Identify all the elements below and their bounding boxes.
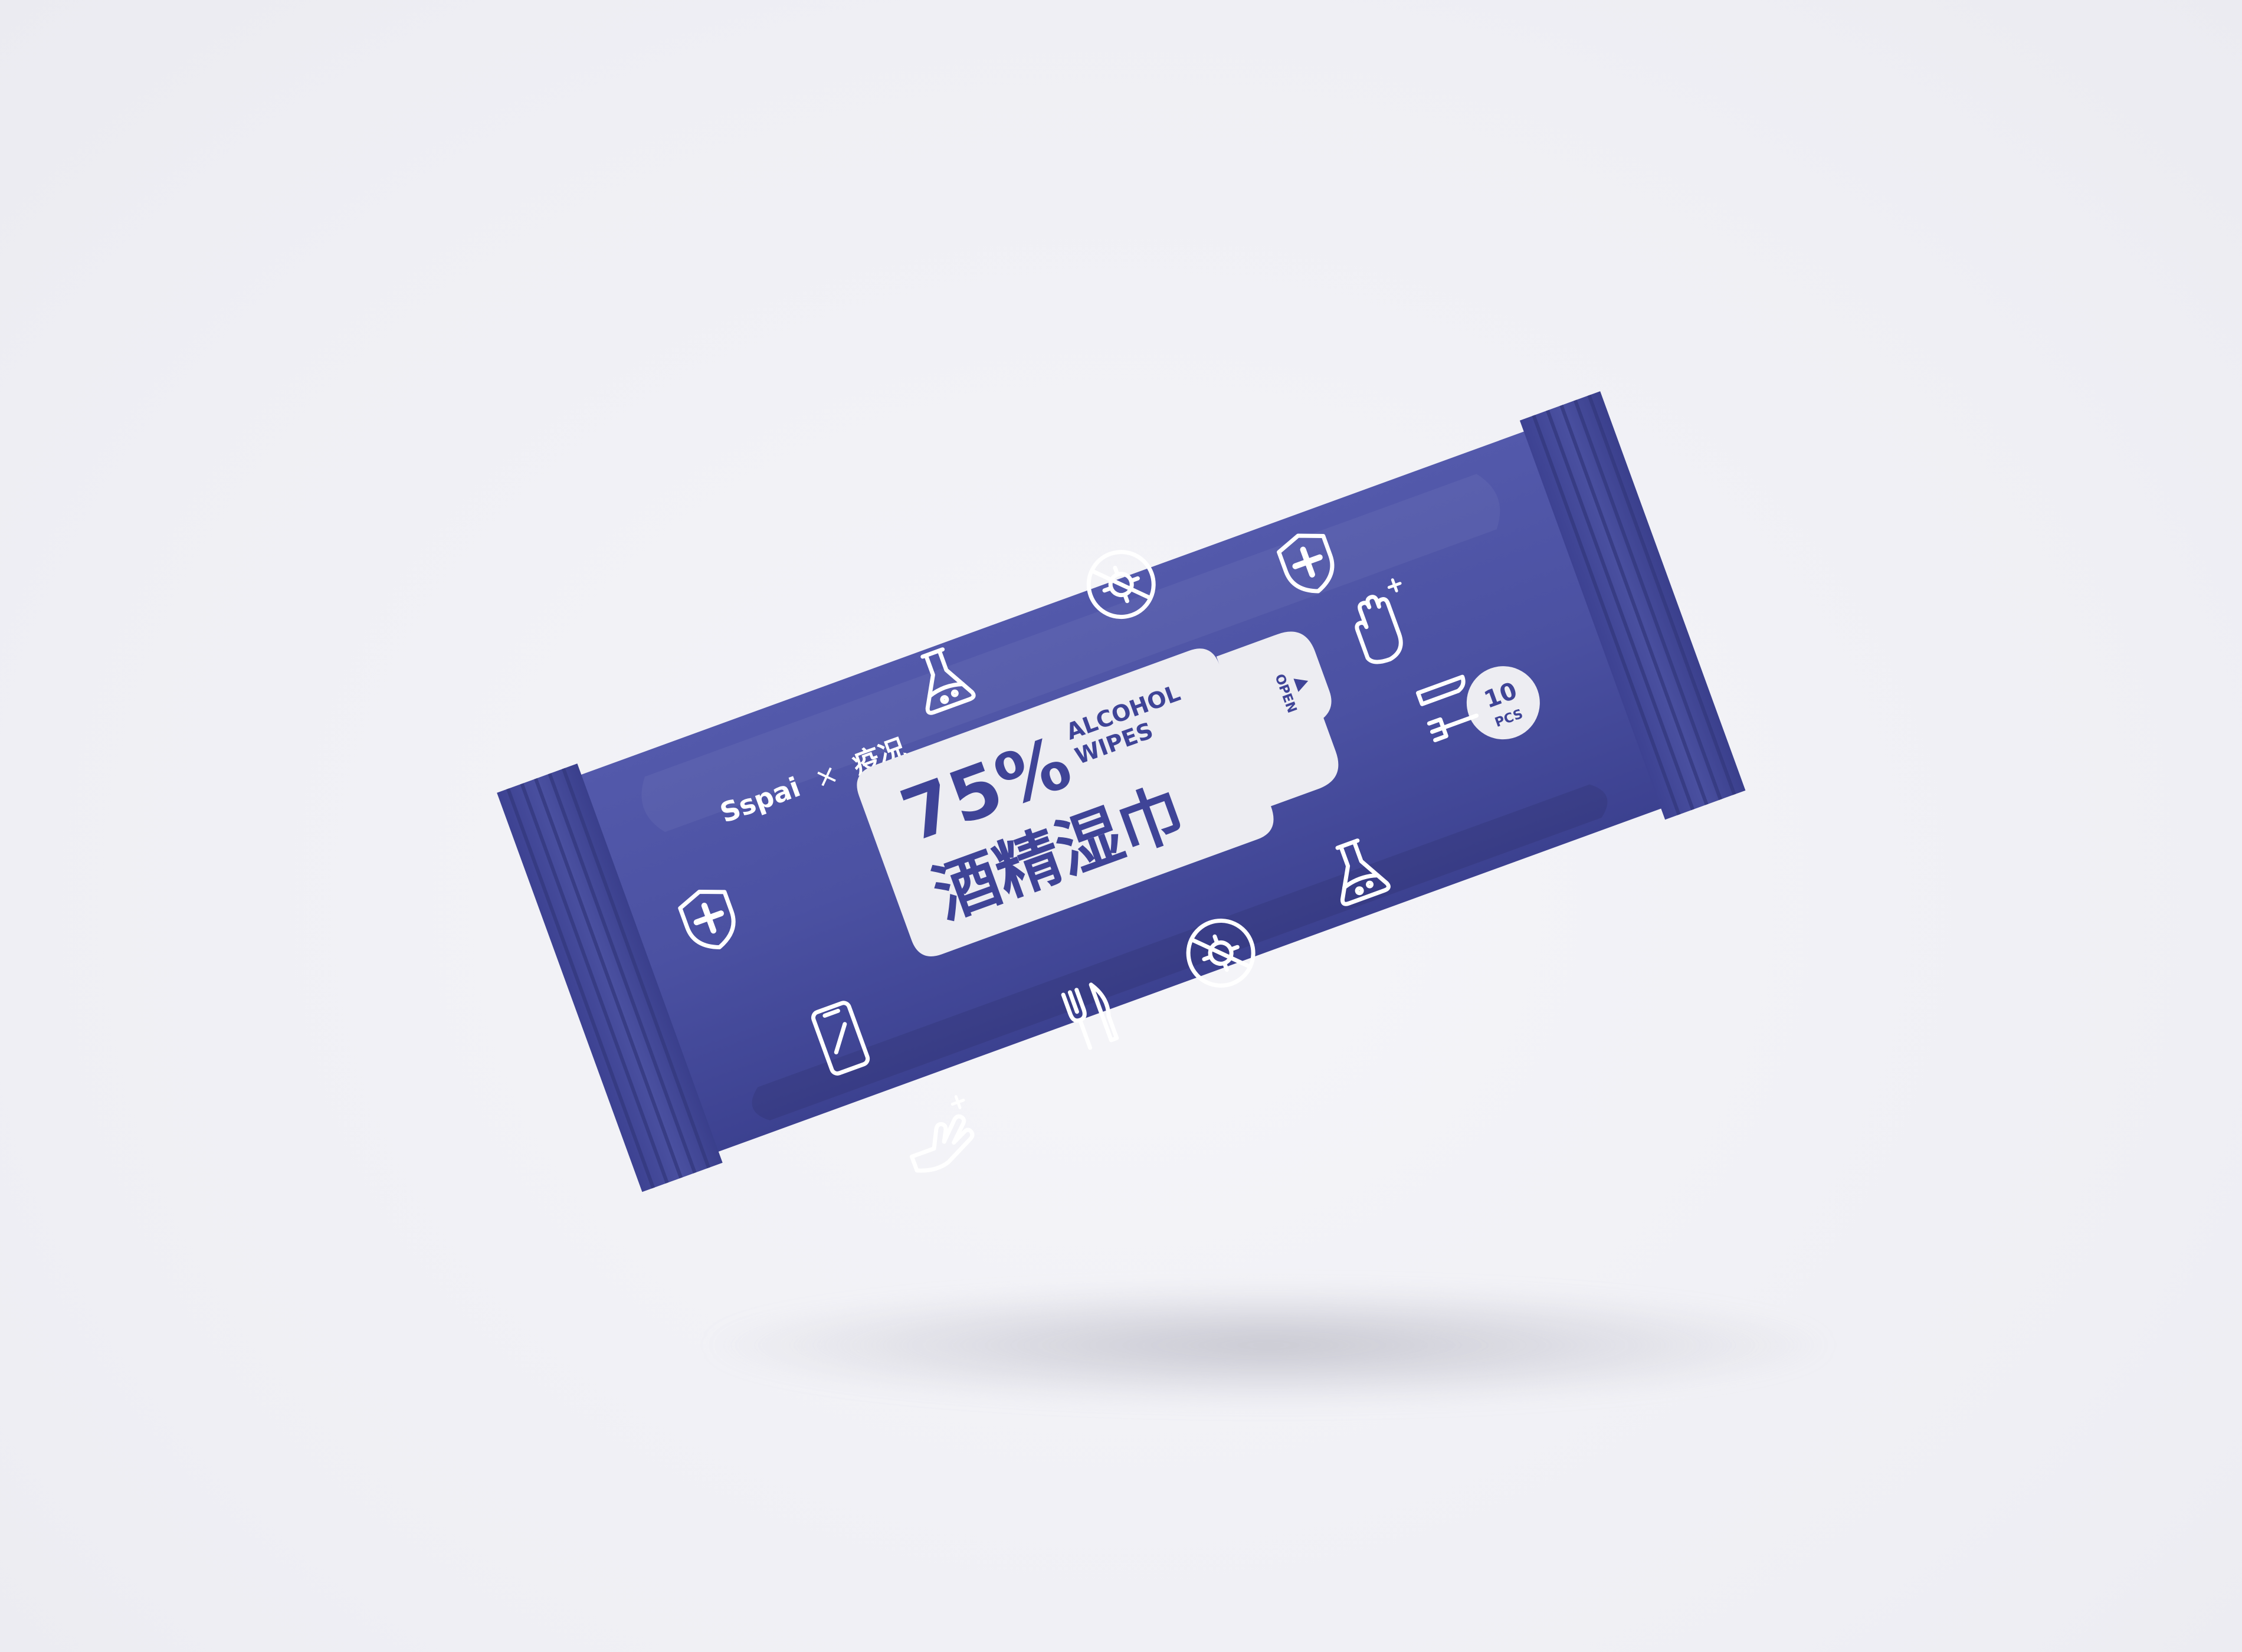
hand-sparkle-icon — [909, 1095, 975, 1173]
scene-background: Sspai × 疫况 75% ALCOHOL WIPES 酒精湿巾 OPEN 1… — [0, 0, 2242, 1652]
wipes-package: Sspai × 疫况 75% ALCOHOL WIPES 酒精湿巾 OPEN 1… — [497, 391, 1746, 1192]
